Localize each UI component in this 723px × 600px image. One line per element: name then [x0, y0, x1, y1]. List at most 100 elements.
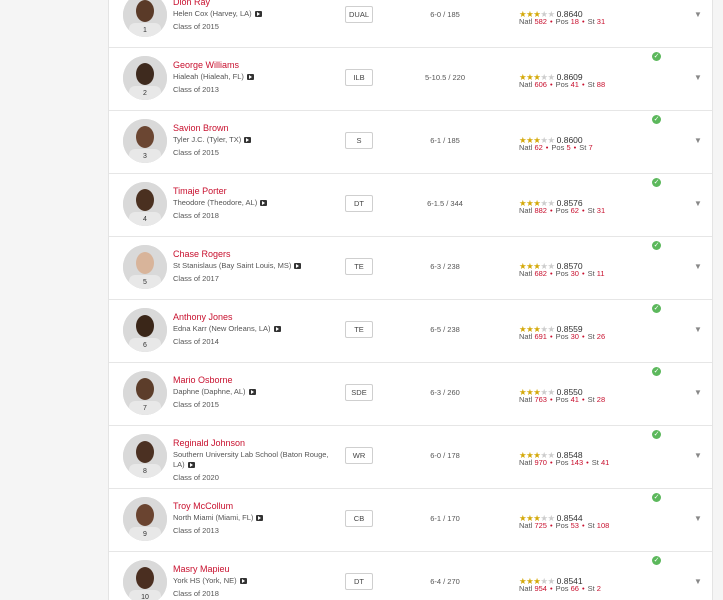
separator-dot: •: [573, 143, 577, 152]
player-row[interactable]: 1 Dion Ray Helen Cox (Harvey, LA) Class of …: [109, 0, 712, 48]
video-icon[interactable]: [246, 74, 254, 80]
player-avatar[interactable]: 8: [123, 434, 167, 478]
player-class: Class of 2018: [173, 589, 219, 598]
rankings-list: 1 Dion Ray Helen Cox (Harvey, LA) Class of …: [108, 0, 713, 600]
st-label: St: [587, 269, 595, 278]
player-row[interactable]: 3 Savion Brown Tyler J.C. (Tyler, TX) Class…: [109, 110, 712, 174]
rankings: Natl 582 • Pos 18 • St 31: [519, 17, 605, 26]
jersey-number: 6: [143, 342, 147, 349]
video-icon[interactable]: [248, 389, 256, 395]
rankings: Natl 691 • Pos 30 • St 26: [519, 332, 605, 341]
jersey-number: 7: [143, 405, 147, 412]
player-name[interactable]: Anthony Jones: [173, 312, 233, 322]
pos-rank: 62: [570, 206, 579, 215]
player-avatar[interactable]: 5: [123, 245, 167, 289]
pos-label: Pos: [555, 395, 569, 404]
rankings: Natl 763 • Pos 41 • St 28: [519, 395, 605, 404]
check-circle-icon: ✓: [652, 556, 661, 565]
player-row[interactable]: 5 Chase Rogers St Stanislaus (Bay Saint Lo…: [109, 236, 712, 300]
natl-label: Natl: [519, 206, 533, 215]
jersey-number: 4: [143, 216, 147, 223]
position-badge: DT: [345, 573, 373, 590]
player-name[interactable]: Timaje Porter: [173, 186, 227, 196]
check-circle-icon: ✓: [652, 304, 661, 313]
pos-label: Pos: [555, 269, 569, 278]
position-badge: S: [345, 132, 373, 149]
player-avatar[interactable]: 6: [123, 308, 167, 352]
player-name[interactable]: Savion Brown: [173, 123, 229, 133]
pos-rank: 41: [570, 395, 579, 404]
player-row[interactable]: 7 Mario Osborne Daphne (Daphne, AL) Class o…: [109, 362, 712, 426]
player-name[interactable]: Masry Mapieu: [173, 564, 230, 574]
chevron-down-icon[interactable]: ▼: [694, 514, 702, 523]
player-avatar[interactable]: 10: [123, 560, 167, 600]
chevron-down-icon[interactable]: ▼: [694, 10, 702, 19]
player-name[interactable]: Reginald Johnson: [173, 438, 245, 448]
player-avatar[interactable]: 4: [123, 182, 167, 226]
player-avatar[interactable]: 1: [123, 0, 167, 37]
state-rank: 7: [588, 143, 593, 152]
chevron-down-icon[interactable]: ▼: [694, 73, 702, 82]
video-icon[interactable]: [187, 462, 195, 468]
player-row[interactable]: 4 Timaje Porter Theodore (Theodore, AL) Cla…: [109, 173, 712, 237]
player-row[interactable]: 10 Masry Mapieu York HS (York, NE) Class of…: [109, 551, 712, 600]
player-avatar[interactable]: 7: [123, 371, 167, 415]
video-icon[interactable]: [254, 11, 262, 17]
player-row[interactable]: 6 Anthony Jones Edna Karr (New Orleans, LA…: [109, 299, 712, 363]
player-row[interactable]: 8 Reginald Johnson Southern University Lab…: [109, 425, 712, 489]
player-name[interactable]: Dion Ray: [173, 0, 210, 7]
separator-dot: •: [581, 395, 585, 404]
pos-label: Pos: [555, 584, 569, 593]
pos-rank: 41: [570, 80, 579, 89]
player-name[interactable]: Mario Osborne: [173, 375, 233, 385]
state-rank: 31: [596, 206, 606, 215]
player-avatar[interactable]: 2: [123, 56, 167, 100]
st-label: St: [587, 332, 595, 341]
chevron-down-icon[interactable]: ▼: [694, 262, 702, 271]
separator-dot: •: [549, 395, 553, 404]
player-avatar[interactable]: 9: [123, 497, 167, 541]
video-icon[interactable]: [244, 137, 252, 143]
natl-rank: 62: [534, 143, 543, 152]
player-class: Class of 2013: [173, 85, 219, 94]
position-badge: TE: [345, 258, 373, 275]
chevron-down-icon[interactable]: ▼: [694, 325, 702, 334]
check-circle-icon: ✓: [652, 178, 661, 187]
player-class: Class of 2015: [173, 22, 219, 31]
separator-dot: •: [549, 584, 553, 593]
player-avatar[interactable]: 3: [123, 119, 167, 163]
natl-label: Natl: [519, 80, 533, 89]
chevron-down-icon[interactable]: ▼: [694, 199, 702, 208]
pos-rank: 143: [570, 458, 584, 467]
chevron-down-icon[interactable]: ▼: [694, 388, 702, 397]
st-label: St: [587, 395, 595, 404]
school-name: St Stanislaus (Bay Saint Louis, MS): [173, 261, 292, 270]
player-class: Class of 2018: [173, 211, 219, 220]
video-icon[interactable]: [273, 326, 281, 332]
chevron-down-icon[interactable]: ▼: [694, 136, 702, 145]
chevron-down-icon[interactable]: ▼: [694, 577, 702, 586]
video-icon[interactable]: [256, 515, 264, 521]
player-name[interactable]: George Williams: [173, 60, 239, 70]
separator-dot: •: [586, 458, 589, 467]
player-row[interactable]: 9 Troy McCollum North Miami (Miami, FL) Cla…: [109, 488, 712, 552]
height-weight: 6-1 / 185: [430, 136, 460, 145]
player-name[interactable]: Troy McCollum: [173, 501, 233, 511]
natl-rank: 606: [534, 80, 547, 89]
player-name[interactable]: Chase Rogers: [173, 249, 231, 259]
st-label: St: [587, 521, 595, 530]
height-weight: 6-5 / 238: [430, 325, 460, 334]
separator-dot: •: [581, 269, 585, 278]
separator-dot: •: [549, 80, 553, 89]
school-name: Theodore (Theodore, AL): [173, 198, 258, 207]
state-rank: 41: [600, 458, 610, 467]
player-school: Helen Cox (Harvey, LA): [173, 9, 338, 19]
school-name: North Miami (Miami, FL): [173, 513, 254, 522]
video-icon[interactable]: [294, 263, 302, 269]
height-weight: 6-1.5 / 344: [427, 199, 463, 208]
chevron-down-icon[interactable]: ▼: [694, 451, 702, 460]
school-name: Daphne (Daphne, AL): [173, 387, 246, 396]
video-icon[interactable]: [260, 200, 268, 206]
video-icon[interactable]: [239, 578, 247, 584]
player-row[interactable]: 2 George Williams Hialeah (Hialeah, FL) Cla…: [109, 47, 712, 111]
